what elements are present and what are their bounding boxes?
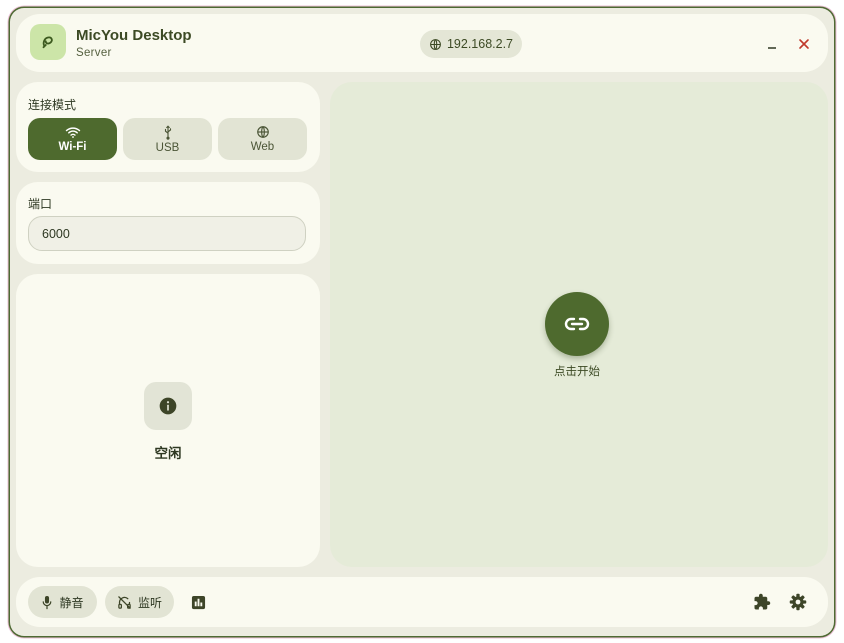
mode-usb-button[interactable]: USB xyxy=(123,118,212,160)
port-card: 端口 xyxy=(16,182,320,264)
mode-web-label: Web xyxy=(250,141,275,153)
minimize-button[interactable] xyxy=(760,32,784,56)
start-label: 点击开始 xyxy=(554,366,600,378)
monitor-button[interactable]: 监听 xyxy=(105,586,174,618)
connection-mode-card: 连接模式 Wi-Fi USB Web xyxy=(16,82,320,172)
port-label: 端口 xyxy=(28,197,53,211)
globe-icon xyxy=(256,125,270,139)
info-icon xyxy=(144,382,192,430)
mode-usb-label: USB xyxy=(155,141,180,154)
connection-mode-label: 连接模式 xyxy=(28,98,77,112)
puzzle-icon xyxy=(753,593,771,611)
wifi-icon xyxy=(65,126,81,139)
main-panel: 点击开始 xyxy=(330,82,828,567)
ip-address-text: 192.168.2.7 xyxy=(446,37,514,51)
app-logo-icon xyxy=(30,24,66,60)
bottom-bar: 静音 监听 xyxy=(16,577,828,627)
gear-icon xyxy=(789,593,807,611)
status-text: 空闲 xyxy=(154,446,182,461)
settings-button[interactable] xyxy=(786,590,810,614)
audio-levels-button[interactable] xyxy=(186,590,210,614)
monitor-label: 监听 xyxy=(137,595,162,610)
mute-button[interactable]: 静音 xyxy=(28,586,97,618)
ip-address-chip[interactable]: 192.168.2.7 xyxy=(420,30,522,58)
mode-wifi-label: Wi-Fi xyxy=(58,140,87,153)
close-button[interactable] xyxy=(792,32,816,56)
port-input[interactable] xyxy=(28,216,306,251)
link-icon xyxy=(564,317,590,331)
mode-wifi-button[interactable]: Wi-Fi xyxy=(28,118,117,160)
plugins-button[interactable] xyxy=(750,590,774,614)
globe-icon xyxy=(429,38,442,51)
bar-chart-icon xyxy=(191,595,206,610)
mute-label: 静音 xyxy=(59,595,84,610)
mode-web-button[interactable]: Web xyxy=(218,118,307,160)
microphone-icon xyxy=(41,595,53,610)
status-card: 空闲 xyxy=(16,274,320,567)
title-bar: MicYou Desktop Server 192.168.2.7 xyxy=(16,14,828,72)
app-title: MicYou Desktop xyxy=(76,27,192,44)
usb-icon xyxy=(162,124,174,140)
headphones-off-icon xyxy=(117,595,132,610)
start-connect-button[interactable] xyxy=(545,292,609,356)
app-window: MicYou Desktop Server 192.168.2.7 连接模式 W… xyxy=(10,8,834,636)
app-subtitle: Server xyxy=(76,47,112,59)
